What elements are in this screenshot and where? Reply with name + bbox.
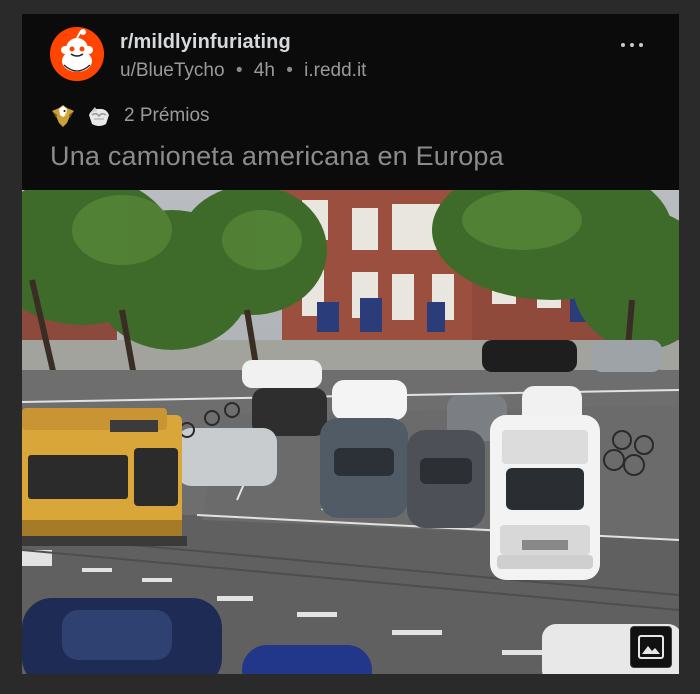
meta-separator: • [286, 60, 293, 81]
post-meta: u/BlueTycho • 4h • i.redd.it [120, 60, 366, 82]
post-domain[interactable]: i.redd.it [304, 60, 366, 81]
subreddit-avatar-icon[interactable] [50, 27, 104, 81]
awards-count: 2 Prémios [124, 105, 210, 126]
street-photo [22, 190, 679, 674]
wholesome-award-icon [89, 107, 109, 126]
eagle-award-icon [52, 105, 74, 127]
awards-row[interactable]: 2 Prémios [50, 102, 210, 130]
meta-separator: • [235, 60, 243, 81]
author-link[interactable]: u/BlueTycho [120, 60, 225, 81]
post-card[interactable]: r/mildlyinfuriating u/BlueTycho • 4h • i… [22, 14, 679, 674]
post-title[interactable]: Una camioneta americana en Europa [50, 141, 504, 172]
post-header: r/mildlyinfuriating u/BlueTycho • 4h • i… [22, 14, 679, 104]
subreddit-name[interactable]: r/mildlyinfuriating [120, 31, 291, 54]
post-image[interactable] [22, 190, 679, 674]
post-time: 4h [253, 60, 275, 81]
image-gallery-icon[interactable] [630, 626, 672, 668]
more-options-icon[interactable] [621, 40, 645, 50]
